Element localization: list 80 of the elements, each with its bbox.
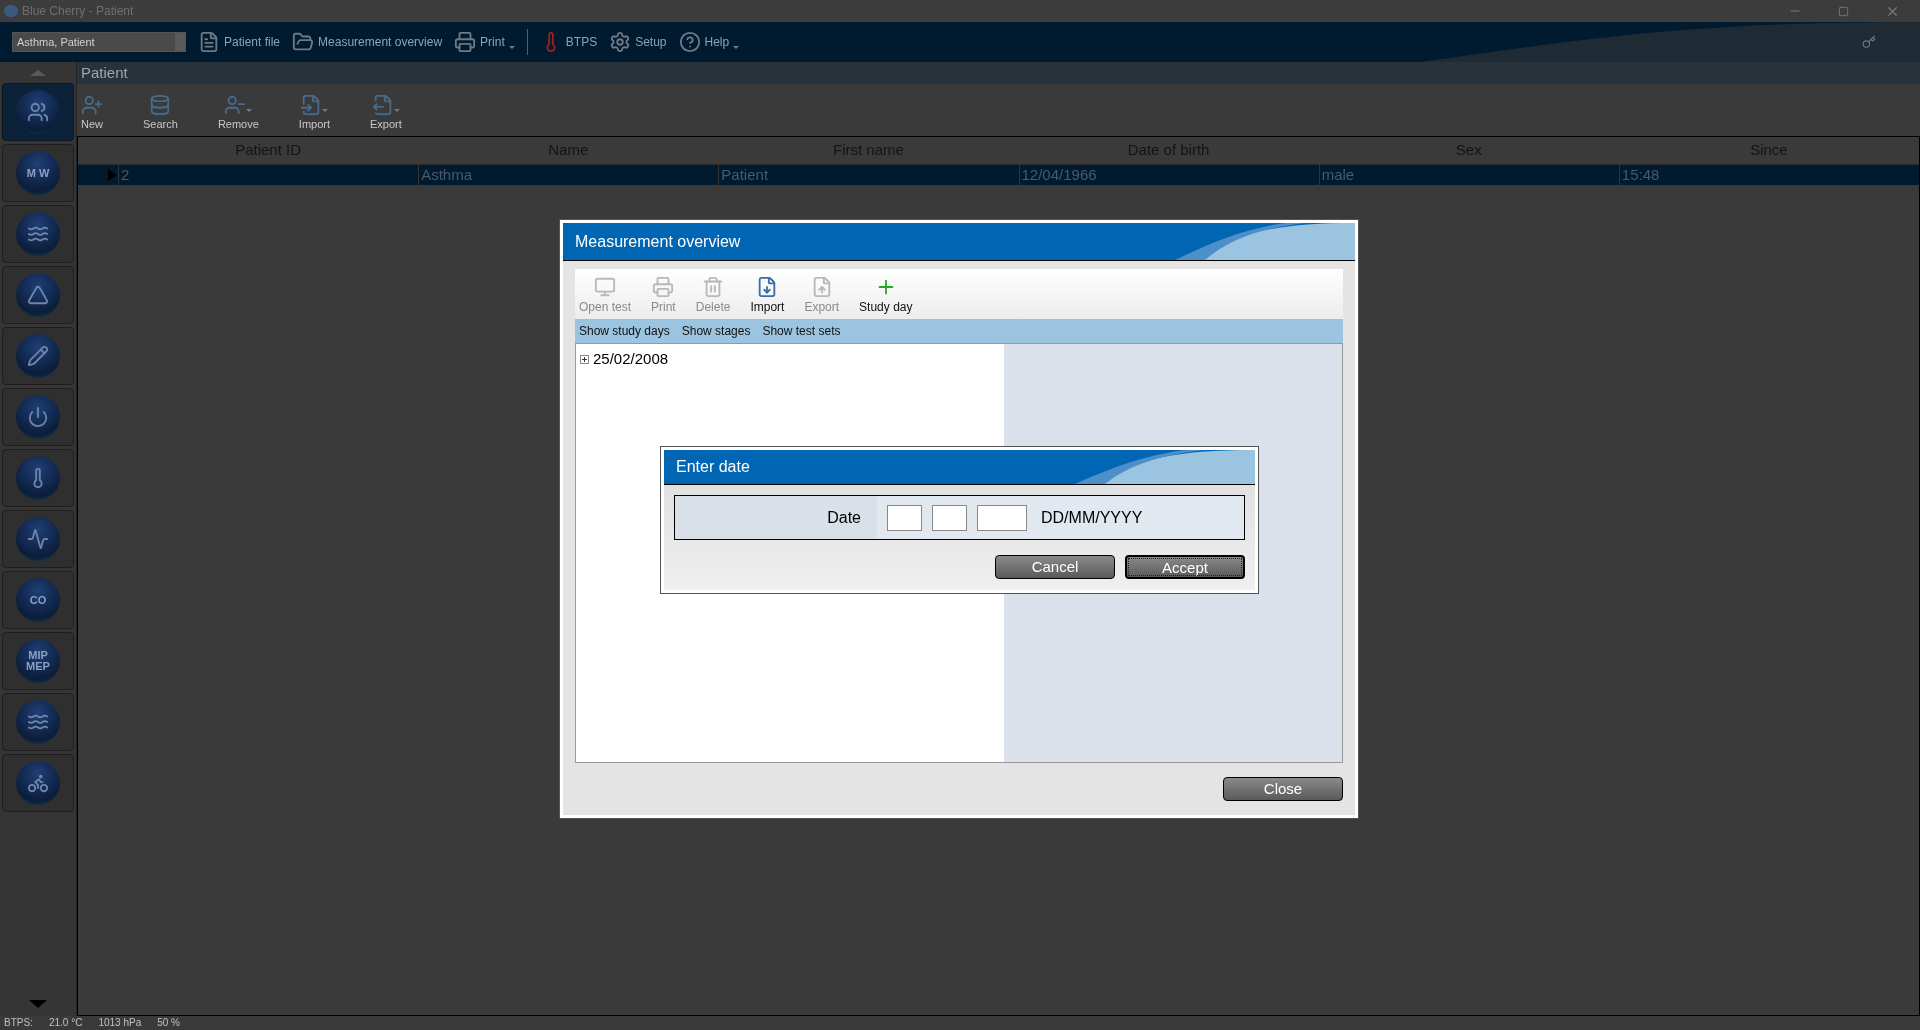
sidebar-item[interactable] bbox=[2, 693, 74, 751]
maximize-icon[interactable] bbox=[1838, 5, 1849, 17]
bike-icon bbox=[27, 772, 49, 794]
sidebar-item[interactable] bbox=[2, 327, 74, 385]
monitor-icon bbox=[594, 276, 616, 298]
table-cell: 2 bbox=[118, 163, 419, 187]
status-text: 1013 hPa bbox=[98, 1018, 142, 1028]
status-text: 50 % bbox=[157, 1018, 180, 1028]
sidebar-item[interactable]: MIP MEP bbox=[2, 632, 74, 690]
toolbar-button[interactable]: Patient file bbox=[198, 31, 281, 53]
folder-icon bbox=[292, 31, 315, 53]
section-title: Patient bbox=[77, 62, 1920, 84]
close-button[interactable]: Close bbox=[1223, 777, 1343, 801]
caret-icon bbox=[733, 46, 740, 49]
cherry-icon bbox=[4, 5, 18, 17]
sidebar-item-label: M W bbox=[25, 167, 51, 179]
caret-icon bbox=[508, 46, 515, 49]
power-icon bbox=[27, 406, 49, 428]
toolbar-button[interactable]: Setup bbox=[609, 31, 667, 53]
sidebar-item[interactable] bbox=[2, 449, 74, 507]
dialog-title: Enter date bbox=[676, 457, 750, 477]
toolbar-button[interactable]: New bbox=[81, 93, 103, 132]
table-cell: Asthma bbox=[418, 163, 719, 187]
sidebar-item[interactable]: M W bbox=[2, 144, 74, 202]
file-export-icon bbox=[371, 93, 394, 116]
caret-icon bbox=[393, 108, 400, 112]
input-field[interactable] bbox=[977, 504, 1027, 531]
sidebar-item[interactable] bbox=[2, 754, 74, 812]
table-cell: Patient bbox=[718, 163, 1019, 187]
caret-icon bbox=[322, 108, 329, 112]
patients-icon bbox=[27, 101, 49, 123]
sidebar-item[interactable]: CO bbox=[2, 571, 74, 629]
toolbar-button[interactable]: Export bbox=[370, 93, 402, 132]
toolbar-button[interactable]: Import bbox=[298, 93, 331, 132]
sidebar-item-label: MIP MEP bbox=[25, 650, 51, 672]
scroll-up-icon[interactable] bbox=[30, 70, 46, 76]
sidebar-item-label: CO bbox=[28, 594, 48, 606]
table-cell: 12/04/1966 bbox=[1018, 163, 1319, 187]
gear-icon bbox=[609, 31, 632, 53]
view-link[interactable]: Show test sets bbox=[762, 322, 841, 340]
view-link[interactable]: Show stages bbox=[681, 322, 751, 340]
tree-item[interactable]: 25/02/2008 bbox=[593, 348, 669, 371]
input-field[interactable] bbox=[932, 504, 967, 531]
help-icon bbox=[678, 31, 701, 53]
toolbar-button[interactable]: Import bbox=[750, 276, 785, 316]
toolbar-button[interactable]: BTPS bbox=[539, 31, 598, 53]
trash-icon bbox=[702, 276, 725, 298]
row-pointer-icon bbox=[108, 169, 117, 181]
view-link[interactable]: Show study days bbox=[579, 322, 670, 340]
input-field[interactable] bbox=[887, 504, 922, 531]
table-cell: male bbox=[1318, 163, 1619, 187]
toolbar-button[interactable]: Remove bbox=[217, 93, 259, 132]
sidebar-item[interactable] bbox=[2, 205, 74, 263]
expand-icon[interactable] bbox=[580, 354, 589, 364]
table-cell: 15:48 bbox=[1618, 163, 1920, 187]
file-icon bbox=[198, 31, 220, 53]
sidebar-item[interactable] bbox=[2, 388, 74, 446]
status-text: BTPS: bbox=[4, 1018, 33, 1028]
printer-icon bbox=[454, 31, 477, 53]
user-plus-icon bbox=[81, 93, 103, 116]
date-format-hint: DD/MM/YYYY bbox=[1041, 507, 1143, 528]
caret-icon bbox=[246, 108, 253, 112]
key-icon[interactable] bbox=[1862, 35, 1876, 49]
sidebar-item[interactable] bbox=[2, 510, 74, 568]
dialog-button[interactable]: Cancel bbox=[995, 555, 1115, 579]
dialog-title: Measurement overview bbox=[575, 231, 741, 252]
user-minus-icon bbox=[224, 93, 247, 116]
dialog-button[interactable]: Accept bbox=[1125, 555, 1245, 579]
toolbar-button[interactable]: Search bbox=[143, 93, 178, 132]
patient-select[interactable]: Asthma, Patient bbox=[12, 32, 186, 52]
toolbar-button[interactable]: Study day bbox=[859, 276, 913, 316]
toolbar-button[interactable]: Measurement overview bbox=[292, 31, 443, 53]
printer-icon bbox=[652, 276, 675, 298]
database-icon bbox=[149, 93, 172, 116]
status-text: 21.0 °C bbox=[48, 1018, 83, 1028]
field-label: Date bbox=[827, 507, 861, 528]
sidebar-item[interactable] bbox=[2, 266, 74, 324]
toolbar-button[interactable]: Print bbox=[454, 31, 515, 53]
toolbar-button[interactable]: Help bbox=[678, 31, 740, 53]
sidebar-item[interactable] bbox=[2, 83, 74, 141]
